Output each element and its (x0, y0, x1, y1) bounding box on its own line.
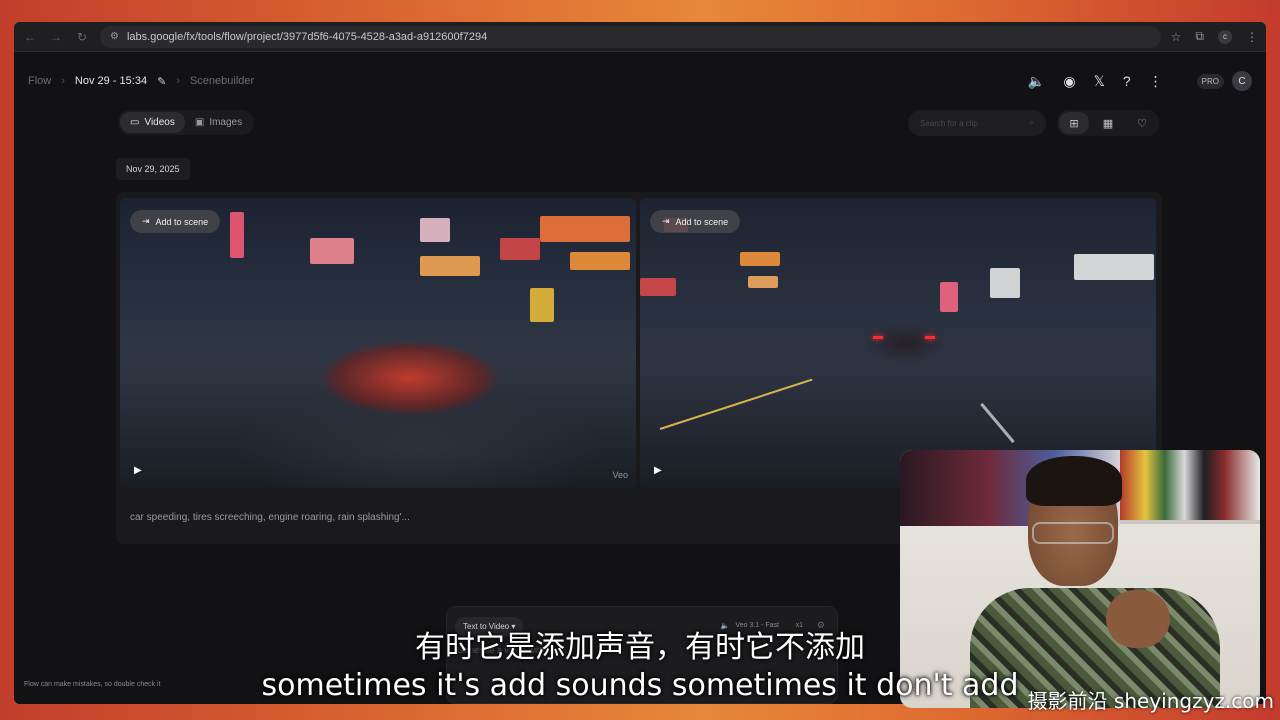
neon-sign (940, 282, 958, 312)
tab-videos-label: Videos (144, 117, 175, 128)
media-tabs: ▭ Videos ▣ Images (118, 110, 255, 135)
video-thumbnail-1[interactable]: ⇥ Add to scene ▶ Veo (120, 198, 636, 488)
chevron-right-icon: › (61, 75, 65, 87)
neon-sign (570, 252, 630, 270)
veo-watermark: Veo (612, 470, 628, 480)
site-settings-icon[interactable]: ⚙ (110, 31, 119, 42)
neon-sign (740, 252, 780, 266)
neon-sign (1074, 254, 1154, 280)
neon-sign (540, 216, 630, 242)
add-to-scene-button[interactable]: ⇥ Add to scene (650, 210, 741, 233)
video-frame-city-street: ⇥ Add to scene ▶ (640, 198, 1156, 488)
view-toggles: ⊞ ▦ ♡ (1057, 110, 1159, 136)
tab-images[interactable]: ▣ Images (185, 112, 252, 133)
profile-avatar[interactable]: c (1218, 29, 1232, 44)
image-icon: ▣ (194, 117, 205, 128)
neon-sign (420, 218, 450, 242)
table-view-icon[interactable]: ▦ (1093, 112, 1123, 134)
tab-videos[interactable]: ▭ Videos (120, 112, 185, 133)
chevron-right-icon: › (176, 75, 180, 87)
sound-icon[interactable]: 🔈 (1028, 73, 1045, 90)
help-icon[interactable]: ? (1123, 73, 1131, 89)
back-icon[interactable]: ← (22, 30, 38, 44)
x-icon[interactable]: 𝕏 (1094, 73, 1105, 90)
person-hair (1026, 456, 1122, 506)
edit-icon[interactable]: ✎ (157, 75, 166, 88)
top-navigation: Flow › Nov 29 - 15:34 ✎ › Scenebuilder 🔈… (28, 70, 1252, 92)
search-input[interactable]: Search for a clip ⌕ (908, 110, 1046, 136)
add-scene-icon: ⇥ (662, 216, 670, 226)
extensions-icon[interactable]: ⧉ (1195, 29, 1204, 44)
bookshelf (1120, 450, 1260, 522)
reload-icon[interactable]: ↻ (74, 30, 90, 44)
pro-badge: PRO (1196, 73, 1224, 89)
breadcrumb-root[interactable]: Flow (28, 75, 51, 87)
user-avatar[interactable]: C (1232, 71, 1252, 91)
neon-sign (230, 212, 244, 258)
subtitle-chinese: 有时它是添加声音，有时它不添加 (415, 630, 865, 665)
neon-sign (640, 278, 676, 296)
video-icon: ▭ (130, 117, 140, 128)
more-icon[interactable]: ⋮ (1149, 73, 1163, 90)
search-icon: ⌕ (1029, 118, 1034, 127)
neon-sign (748, 276, 778, 288)
video-frame-red-car: ⇥ Add to scene ▶ Veo (120, 198, 636, 488)
prompt-text: car speeding, tires screeching, engine r… (130, 512, 410, 523)
breadcrumb-current[interactable]: Scenebuilder (190, 75, 254, 87)
neon-sign (420, 256, 480, 276)
date-chip: Nov 29, 2025 (116, 158, 190, 180)
shelf (1120, 520, 1260, 524)
add-to-scene-label: Add to scene (675, 216, 729, 227)
play-icon[interactable]: ▶ (134, 465, 142, 476)
add-to-scene-label: Add to scene (155, 216, 209, 227)
url-text: labs.google/fx/tools/flow/project/3977d5… (126, 30, 488, 43)
address-bar[interactable]: ⚙ labs.google/fx/tools/flow/project/3977… (100, 25, 1161, 48)
taillight (925, 336, 935, 339)
road-line (659, 378, 813, 430)
person-glasses (1032, 522, 1114, 544)
grid-view-icon[interactable]: ⊞ (1059, 112, 1089, 134)
site-watermark: 摄影前沿 sheyingzyz.com (1027, 689, 1274, 713)
bookmark-star-icon[interactable]: ☆ (1171, 30, 1182, 44)
neon-sign (310, 238, 354, 264)
forward-icon[interactable]: → (48, 30, 64, 44)
neon-sign (500, 238, 540, 260)
tab-images-label: Images (209, 117, 243, 128)
add-to-scene-button[interactable]: ⇥ Add to scene (130, 210, 221, 233)
add-scene-icon: ⇥ (142, 216, 150, 226)
taillight (873, 336, 883, 339)
favorites-icon[interactable]: ♡ (1127, 112, 1157, 134)
road-marking (980, 402, 1015, 444)
browser-toolbar: ← → ↻ ⚙ labs.google/fx/tools/flow/projec… (14, 22, 1266, 52)
neon-sign (530, 288, 554, 322)
menu-icon[interactable]: ⋮ (1246, 30, 1258, 44)
neon-sign (990, 268, 1020, 298)
search-placeholder: Search for a clip (920, 118, 978, 128)
video-thumbnail-2[interactable]: ⇥ Add to scene ▶ (640, 198, 1156, 488)
discord-icon[interactable]: ◉ (1063, 73, 1075, 90)
play-icon[interactable]: ▶ (654, 465, 662, 476)
breadcrumb-project[interactable]: Nov 29 - 15:34 (75, 75, 147, 87)
